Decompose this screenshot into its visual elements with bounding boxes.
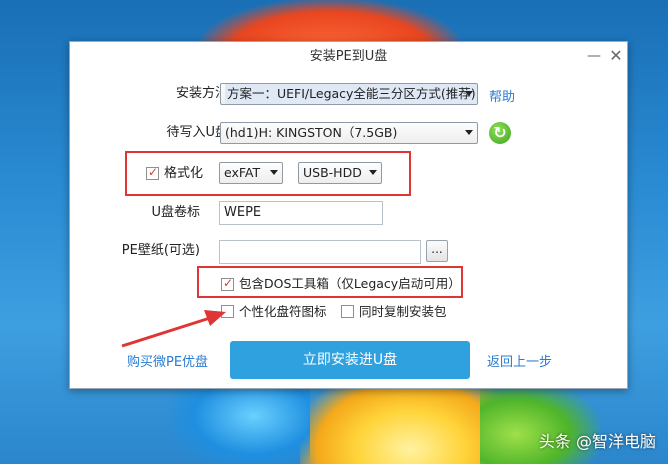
volume-label-label: U盘卷标 <box>151 205 200 220</box>
dialog-title: 安装PE到U盘 <box>309 49 388 64</box>
dos-toolbox-label: 包含DOS工具箱（仅Legacy启动可用） <box>239 276 461 291</box>
target-disk-label: 待写入U盘 <box>166 125 228 140</box>
wallpaper-leaf-blue <box>170 380 310 464</box>
format-checkbox[interactable] <box>146 165 159 180</box>
buy-pe-usb-link[interactable]: 购买微PE优盘 <box>127 351 208 370</box>
install-method-value: 方案一：UEFI/Legacy全能三分区方式(推荐) <box>225 84 477 104</box>
wallpaper-input[interactable] <box>219 240 421 264</box>
annotation-arrow-icon <box>121 310 226 348</box>
back-link[interactable]: 返回上一步 <box>487 351 552 370</box>
copy-installer-checkbox[interactable] <box>341 305 354 318</box>
target-disk-select[interactable]: (hd1)H: KINGSTON（7.5GB) <box>220 122 478 144</box>
boot-mode-value: USB-HDD <box>303 165 362 180</box>
install-to-usb-button[interactable]: 立即安装进U盘 <box>230 341 470 379</box>
wallpaper-label: PE壁纸(可选) <box>121 243 200 258</box>
personalize-icon-label: 个性化盘符图标 <box>239 304 327 319</box>
copy-installer-label: 同时复制安装包 <box>359 304 447 319</box>
help-link[interactable]: 帮助 <box>489 86 515 105</box>
minimize-icon[interactable]: — <box>584 46 604 66</box>
watermark-text: 头条 @智洋电脑 <box>538 432 656 451</box>
close-icon[interactable]: ✕ <box>606 46 626 66</box>
format-label: 格式化 <box>164 166 204 181</box>
chevron-down-icon <box>465 91 473 96</box>
boot-mode-select[interactable]: USB-HDD <box>298 162 382 184</box>
filesystem-value: exFAT <box>224 165 261 180</box>
install-method-label: 安装方法 <box>175 86 228 101</box>
install-method-select[interactable]: 方案一：UEFI/Legacy全能三分区方式(推荐) <box>220 83 478 105</box>
filesystem-select[interactable]: exFAT <box>219 162 283 184</box>
refresh-icon[interactable]: ↻ <box>489 122 511 144</box>
browse-button[interactable]: ... <box>426 240 448 262</box>
chevron-down-icon <box>270 170 278 175</box>
target-disk-value: (hd1)H: KINGSTON（7.5GB) <box>225 125 398 140</box>
chevron-down-icon <box>465 130 473 135</box>
dos-toolbox-checkbox[interactable] <box>221 276 234 291</box>
volume-label-input[interactable]: WEPE <box>219 201 383 225</box>
chevron-down-icon <box>369 170 377 175</box>
